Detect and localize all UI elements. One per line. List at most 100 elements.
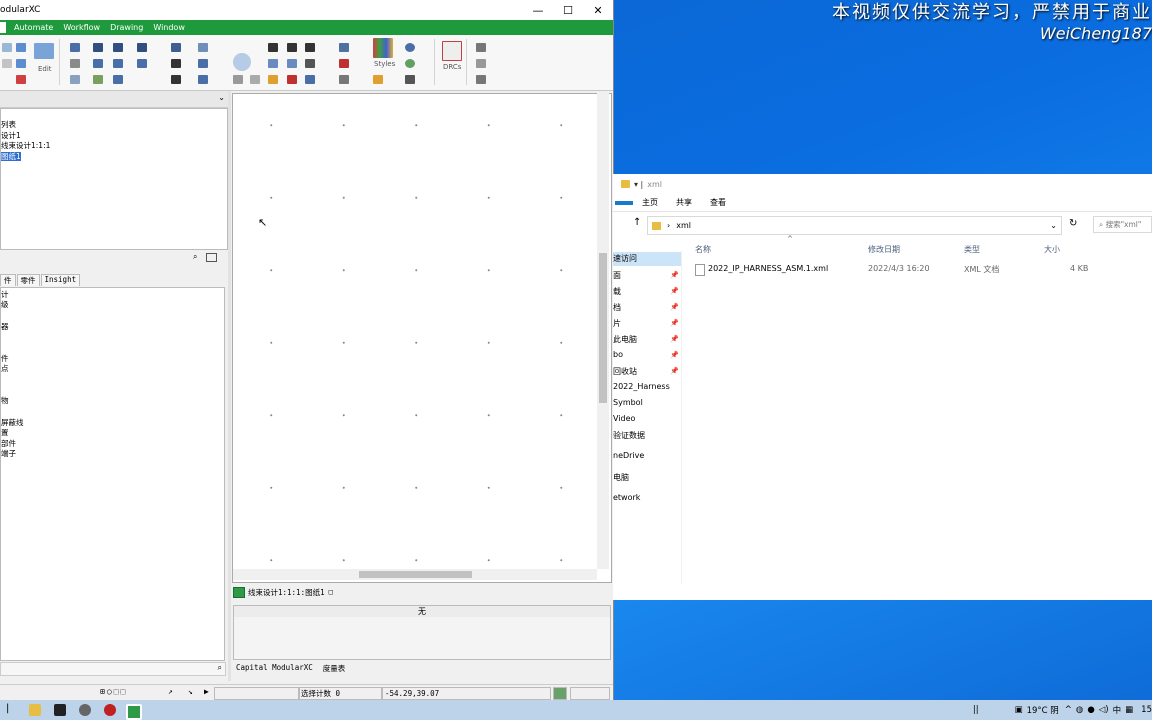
edit-icon[interactable] xyxy=(34,43,54,59)
splice-icon[interactable] xyxy=(113,43,123,52)
curve-icon[interactable] xyxy=(305,43,315,52)
address-bar[interactable]: › xml ⌄ xyxy=(647,216,1062,235)
title-bar[interactable]: odularXC — ☐ ✕ xyxy=(0,0,613,20)
microphone-icon[interactable]: ● xyxy=(1087,705,1094,715)
eraser-icon[interactable] xyxy=(287,75,297,84)
align-icon[interactable] xyxy=(171,43,181,52)
nav-item[interactable]: Symbol xyxy=(613,398,643,407)
loop-icon[interactable] xyxy=(70,75,80,84)
scroll-thumb[interactable] xyxy=(599,253,607,403)
column-name[interactable]: 名称 xyxy=(695,244,711,255)
tab-metrics[interactable]: 度量表 xyxy=(320,663,349,675)
modularxc-app-icon[interactable] xyxy=(126,704,142,720)
tape-icon[interactable] xyxy=(93,75,103,84)
insert-icon[interactable] xyxy=(339,43,349,52)
document-tab[interactable]: 线束设计1:1:1:图纸1 □ xyxy=(233,585,333,599)
tab-insight[interactable]: Insight xyxy=(40,274,81,286)
line-icon[interactable] xyxy=(268,43,278,52)
list-item[interactable]: 器 xyxy=(1,322,9,333)
ribbon-tab-home[interactable]: 主页 xyxy=(633,197,667,208)
nav-item[interactable]: 档 xyxy=(613,302,621,313)
maximize-button[interactable]: ☐ xyxy=(553,0,583,20)
column-date[interactable]: 修改日期 xyxy=(868,244,900,255)
copy-icon[interactable] xyxy=(2,59,12,68)
point-icon[interactable] xyxy=(339,75,349,84)
color-icon[interactable] xyxy=(373,75,383,84)
menu-item-automate[interactable]: Automate xyxy=(9,23,58,32)
nav-item[interactable]: 回收站 xyxy=(613,366,637,377)
settings-icon[interactable] xyxy=(79,704,91,716)
table-icon[interactable] xyxy=(137,59,147,68)
bundle-icon[interactable] xyxy=(70,59,80,68)
chevron-down-icon[interactable]: ⌄ xyxy=(218,93,225,102)
connector-icon[interactable] xyxy=(93,43,103,52)
ime-indicator[interactable]: 中 xyxy=(1113,704,1122,716)
select-icon[interactable] xyxy=(405,75,415,84)
tab-components[interactable]: 零件 xyxy=(16,274,40,286)
close-button[interactable]: ✕ xyxy=(583,0,613,20)
measure-icon[interactable] xyxy=(198,43,208,52)
tree-item-selected[interactable]: 图纸1 xyxy=(1,151,227,163)
menu-item-partial[interactable] xyxy=(0,22,6,33)
zoom-fit-icon[interactable] xyxy=(405,59,415,68)
redo-icon[interactable] xyxy=(16,59,26,68)
splitter[interactable] xyxy=(228,91,231,681)
file-row[interactable]: 2022_IP_HARNESS_ASM.1.xml 2022/4/3 16:20… xyxy=(695,264,1095,278)
nav-item[interactable]: bo xyxy=(613,350,623,359)
styles-icon[interactable] xyxy=(373,38,393,58)
menu-item-window[interactable]: Window xyxy=(148,23,190,32)
text-icon[interactable] xyxy=(305,75,315,84)
list-item[interactable]: 级 xyxy=(1,300,9,311)
list-item[interactable]: 点 xyxy=(1,364,9,375)
nav-item[interactable]: 载 xyxy=(613,286,621,297)
pan-icon[interactable] xyxy=(233,53,251,71)
view-toggle-icon[interactable] xyxy=(206,253,217,262)
nav-item[interactable]: 此电脑 xyxy=(613,334,637,345)
chevron-up-icon[interactable]: ^ xyxy=(1065,705,1072,715)
column-size[interactable]: 大小 xyxy=(1044,244,1060,255)
nav-item-this-pc[interactable]: 电脑 xyxy=(613,472,629,483)
clock[interactable]: 15 xyxy=(1141,705,1152,715)
quick-access-icon[interactable]: ▾ | xyxy=(634,180,643,189)
list-item[interactable]: 屏蔽线 xyxy=(1,418,24,429)
circle-icon[interactable] xyxy=(268,59,278,68)
cut-icon[interactable] xyxy=(2,43,12,52)
play-icon[interactable]: ▶ xyxy=(204,687,209,696)
delete-icon[interactable] xyxy=(16,75,26,84)
route-icon[interactable] xyxy=(137,43,147,52)
arrow-icon[interactable] xyxy=(339,59,349,68)
list-item[interactable]: 置 xyxy=(1,428,9,439)
snap-tools-icon[interactable]: ⊞○⬚⬚ xyxy=(100,687,127,696)
media-app-icon[interactable] xyxy=(54,704,66,716)
undo-icon[interactable] xyxy=(16,43,26,52)
tree-item[interactable]: 列表 xyxy=(1,120,227,131)
scroll-thumb[interactable] xyxy=(359,571,472,578)
grommet-icon[interactable] xyxy=(113,59,123,68)
nav-item-quick-access[interactable]: 速访问 xyxy=(613,252,681,266)
tab-parts[interactable]: 件 xyxy=(0,274,16,286)
flip-icon[interactable] xyxy=(250,75,260,84)
weather-text[interactable]: 19°C 阴 xyxy=(1027,704,1059,716)
chevron-down-icon[interactable]: ⌄ xyxy=(1050,221,1057,230)
menu-item-workflow[interactable]: Workflow xyxy=(58,23,105,32)
nav-item[interactable]: 面 xyxy=(613,270,621,281)
search-icon[interactable]: ⌕ xyxy=(193,252,197,262)
snap-icon[interactable] xyxy=(198,59,208,68)
vertical-scrollbar[interactable] xyxy=(597,93,609,569)
list-item[interactable]: 物 xyxy=(1,396,9,407)
polyline-icon[interactable] xyxy=(287,43,297,52)
drcs-icon[interactable] xyxy=(442,41,462,61)
list-item[interactable]: 件 xyxy=(1,354,9,365)
file-explorer-icon[interactable] xyxy=(29,704,41,716)
nav-item[interactable]: 验证数据 xyxy=(613,430,645,441)
list-item[interactable]: 部件 xyxy=(1,439,16,450)
nav-item[interactable]: Video xyxy=(613,414,635,423)
list-search-bar[interactable]: ⌕ xyxy=(0,662,226,676)
tree-item[interactable]: 线束设计1:1:1 xyxy=(1,141,227,152)
explorer-title-bar[interactable]: ▾ | xml xyxy=(613,174,1152,194)
rectangle-icon[interactable] xyxy=(305,59,315,68)
menu-item-drawing[interactable]: Drawing xyxy=(105,23,148,32)
keyboard-icon[interactable]: ▦ xyxy=(1125,705,1133,715)
resize-icon[interactable] xyxy=(198,75,208,84)
speaker-icon[interactable]: ◁) xyxy=(1099,705,1109,715)
